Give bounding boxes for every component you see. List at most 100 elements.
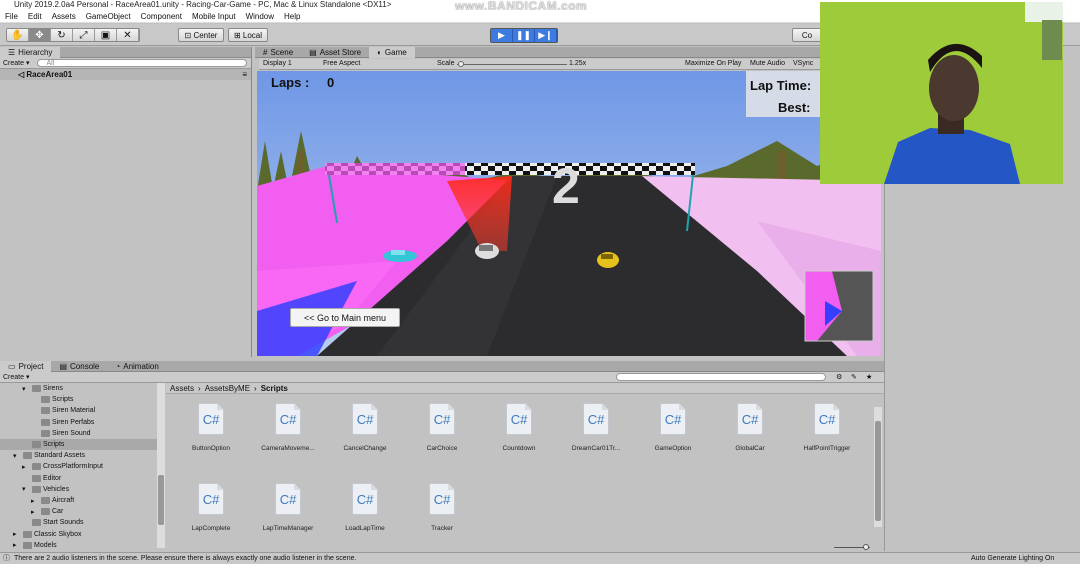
scale-slider-track[interactable] (457, 64, 567, 65)
folder-icon (32, 519, 41, 527)
icon-size-slider-handle[interactable] (863, 544, 869, 550)
pivot-center-button[interactable]: ⊡ Center (178, 28, 224, 42)
script-asset[interactable]: C# CameraMoveme... (253, 403, 323, 452)
script-asset[interactable]: C# HalfPointTrigger (792, 403, 862, 452)
space-local-button[interactable]: ⊞ Local (228, 28, 268, 42)
project-create-dropdown[interactable]: Create (3, 374, 24, 381)
script-asset[interactable]: C# DreamCar01Tr... (561, 403, 631, 452)
rotate-tool-icon[interactable]: ↻ (51, 29, 73, 41)
collapse-arrow-icon[interactable]: ▸ (13, 530, 21, 538)
vsync-toggle[interactable]: VSync (793, 60, 813, 67)
car-yellow (597, 252, 619, 268)
display-dropdown[interactable]: Display 1 (263, 60, 292, 67)
script-asset[interactable]: C# Tracker (407, 483, 477, 532)
hand-tool-icon[interactable]: ✋ (7, 29, 29, 41)
maximize-on-play-toggle[interactable]: Maximize On Play (685, 60, 741, 67)
menu-edit[interactable]: Edit (28, 12, 42, 21)
expand-arrow-icon[interactable]: ▾ (22, 485, 30, 493)
scale-slider-handle[interactable] (458, 61, 464, 67)
expand-arrow-icon[interactable]: ▾ (13, 452, 21, 460)
script-asset[interactable]: C# GlobalCar (715, 403, 785, 452)
scale-tool-icon[interactable]: ⤢ (73, 29, 95, 41)
tree-scroll-thumb[interactable] (158, 475, 164, 525)
store-icon: ▤ (309, 47, 317, 57)
go-to-main-menu-button[interactable]: << Go to Main menu (290, 308, 400, 327)
script-asset[interactable]: C# CarChoice (407, 403, 477, 452)
folder-label: Aircraft (52, 497, 75, 504)
tab-animation[interactable]: ◔ Animation (107, 361, 166, 372)
tab-project[interactable]: ▭ Project (0, 360, 52, 372)
tree-scrollbar[interactable] (157, 383, 165, 548)
breadcrumb-assetsbyme[interactable]: AssetsByME (205, 384, 250, 393)
rect-tool-icon[interactable]: ▣ (95, 29, 117, 41)
collapse-arrow-icon[interactable]: ▸ (13, 541, 21, 549)
tab-asset-store[interactable]: ▤ Asset Store (301, 47, 369, 58)
pause-icon[interactable]: ❚❚ (513, 29, 535, 42)
favorite-star-icon[interactable]: ★ (866, 373, 872, 381)
asset-scroll-thumb[interactable] (875, 421, 881, 521)
folder-tree-item[interactable]: Scripts (0, 394, 157, 405)
tab-console[interactable]: ▤ Console (51, 361, 107, 372)
asset-scrollbar[interactable] (874, 407, 882, 527)
expand-arrow-icon[interactable]: ▾ (22, 385, 30, 393)
folder-tree-item[interactable]: Scripts (0, 439, 157, 450)
csharp-script-icon: C# (198, 403, 224, 435)
collapse-arrow-icon[interactable]: ▸ (22, 463, 30, 471)
tab-hierarchy[interactable]: ☰ Hierarchy (0, 46, 61, 58)
folder-tree-item[interactable]: ▸ Aircraft (0, 495, 157, 506)
asset-label: ButtonOption (192, 445, 230, 452)
menu-mobile-input[interactable]: Mobile Input (192, 12, 236, 21)
mute-audio-toggle[interactable]: Mute Audio (750, 60, 785, 67)
folder-tree-item[interactable]: ▾ Standard Assets (0, 450, 157, 461)
menu-help[interactable]: Help (284, 12, 300, 21)
hierarchy-create-dropdown[interactable]: Create (3, 60, 24, 67)
transform-tool-icon[interactable]: ✕ (117, 29, 139, 41)
folder-tree-item[interactable]: Siren Material (0, 405, 157, 416)
game-viewport[interactable]: Laps : 0 Lap Time: Best: 2 << Go to Main… (257, 71, 881, 356)
breadcrumb-assets[interactable]: Assets (170, 384, 194, 393)
tab-scene[interactable]: # Scene (255, 47, 301, 58)
menu-file[interactable]: File (5, 12, 18, 21)
folder-tree-item[interactable]: ▸ Classic Skybox (0, 529, 157, 540)
folder-tree-item[interactable]: ▸ Models (0, 540, 157, 551)
folder-tree-item[interactable]: ▸ CrossPlatformInput (0, 461, 157, 472)
folder-tree-item[interactable]: Siren Sound (0, 428, 157, 439)
hierarchy-search-input[interactable]: All (37, 59, 248, 67)
collab-button[interactable]: Co (792, 28, 822, 42)
folder-tree-item[interactable]: Editor (0, 473, 157, 484)
folder-tree-item[interactable]: ▾ Vehicles (0, 484, 157, 495)
scene-row[interactable]: ◁ RaceArea01 ≡ (0, 69, 251, 80)
folder-tree-item[interactable]: Start Sounds (0, 517, 157, 528)
breadcrumb-scripts[interactable]: Scripts (261, 384, 288, 393)
script-asset[interactable]: C# Countdown (484, 403, 554, 452)
script-asset[interactable]: C# ButtonOption (176, 403, 246, 452)
project-search-input[interactable] (616, 373, 826, 381)
script-asset[interactable]: C# GameOption (638, 403, 708, 452)
menu-gameobject[interactable]: GameObject (86, 12, 131, 21)
script-asset[interactable]: C# CancelChange (330, 403, 400, 452)
tab-game[interactable]: ◐ Game (369, 46, 415, 58)
folder-tree-item[interactable]: ▸ Car (0, 506, 157, 517)
collapse-arrow-icon[interactable]: ▸ (31, 508, 39, 516)
scene-menu-icon[interactable]: ≡ (242, 70, 247, 79)
folder-icon (32, 474, 41, 482)
filter-type-icon[interactable]: ⚙ (836, 373, 842, 381)
menu-window[interactable]: Window (246, 12, 274, 21)
menu-assets[interactable]: Assets (52, 12, 76, 21)
script-asset[interactable]: C# LapTimeManager (253, 483, 323, 532)
folder-tree-item[interactable]: Siren Perfabs (0, 417, 157, 428)
script-asset[interactable]: C# LoadLapTime (330, 483, 400, 532)
folder-icon (32, 441, 41, 448)
collapse-arrow-icon[interactable]: ▸ (31, 497, 39, 505)
aspect-dropdown[interactable]: Free Aspect (323, 60, 360, 67)
countdown-number: 2 (552, 158, 580, 214)
script-asset[interactable]: C# LapComplete (176, 483, 246, 532)
play-icon[interactable]: ▶ (491, 29, 513, 42)
filter-label-icon[interactable]: ✎ (851, 373, 857, 381)
folder-label: Vehicles (43, 485, 70, 493)
asset-grid: C# ButtonOption C# CameraMoveme... C# CancelC… (166, 395, 874, 548)
folder-tree-item[interactable]: ▾ Sirens (0, 383, 157, 394)
step-icon[interactable]: ▶❙ (535, 29, 557, 42)
menu-component[interactable]: Component (141, 12, 182, 21)
move-tool-icon[interactable]: ✥ (29, 29, 51, 41)
